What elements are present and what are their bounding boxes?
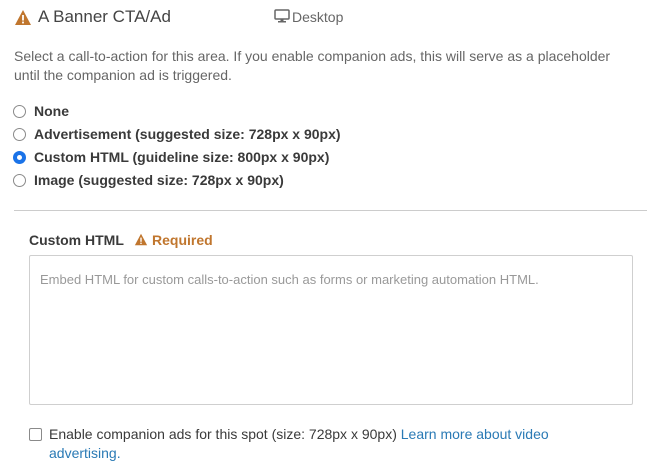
section-title: A Banner CTA/Ad: [38, 7, 171, 26]
custom-html-textarea[interactable]: [29, 255, 633, 405]
custom-html-label: Custom HTML: [29, 232, 124, 248]
radio-label[interactable]: None: [34, 103, 69, 119]
companion-ads-text: Enable companion ads for this spot (size…: [49, 425, 609, 463]
radio-label[interactable]: Advertisement (suggested size: 728px x 9…: [34, 126, 341, 142]
radio-button[interactable]: [13, 105, 26, 118]
radio-button[interactable]: [13, 128, 26, 141]
radio-label[interactable]: Custom HTML (guideline size: 800px x 90p…: [34, 149, 329, 165]
divider: [14, 210, 647, 211]
companion-ads-label[interactable]: Enable companion ads for this spot (size…: [49, 426, 397, 442]
radio-button[interactable]: [13, 174, 26, 187]
radio-button-selected[interactable]: [13, 151, 26, 164]
required-label: Required: [152, 232, 213, 248]
section-header: A Banner CTA/Ad Desktop: [14, 6, 647, 28]
warning-triangle-icon: [15, 10, 31, 25]
device-label: Desktop: [292, 9, 344, 25]
monitor-icon: [274, 9, 290, 23]
companion-ads-checkbox[interactable]: [29, 428, 42, 441]
radio-label[interactable]: Image (suggested size: 728px x 90px): [34, 172, 284, 188]
warning-triangle-icon: [134, 233, 148, 246]
section-description: Select a call-to-action for this area. I…: [14, 48, 611, 83]
